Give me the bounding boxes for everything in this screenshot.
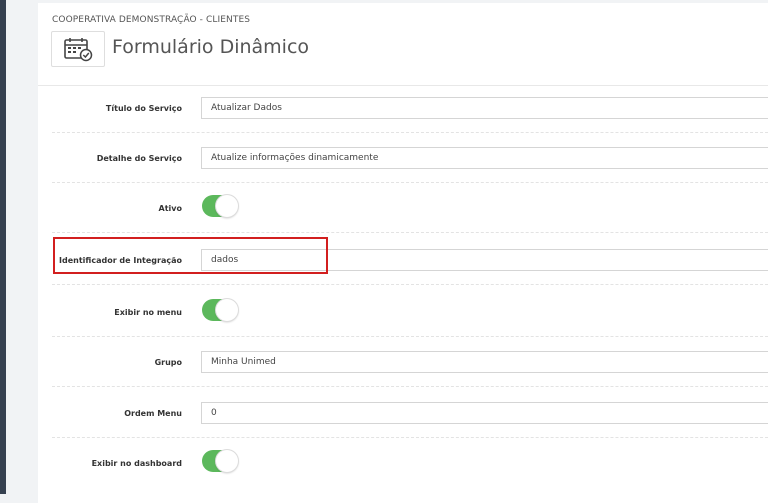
toggle-knob (216, 195, 238, 217)
form-row-titulo: Título do Serviço Atualizar Dados (38, 83, 768, 133)
grupo-select[interactable]: Minha Unimed (201, 351, 768, 373)
identificador-label: Identificador de Integração (59, 255, 182, 265)
form-row-ordem: Ordem Menu 0 (38, 388, 768, 438)
grupo-label: Grupo (154, 357, 182, 367)
breadcrumb: COOPERATIVA DEMONSTRAÇÃO - CLIENTES (52, 15, 251, 25)
form-row-exibir-menu: Exibir no menu (38, 287, 768, 337)
exibir-dashboard-label: Exibir no dashboard (91, 458, 182, 468)
ativo-toggle[interactable] (202, 195, 238, 217)
sidebar-edge (0, 0, 6, 494)
ativo-label: Ativo (158, 203, 182, 213)
toggle-knob (216, 450, 238, 472)
row-divider (52, 284, 768, 285)
detalhe-input[interactable]: Atualize informações dinamicamente (201, 147, 768, 169)
form-row-ativo: Ativo (38, 183, 768, 233)
row-divider (52, 386, 768, 387)
form-panel: COOPERATIVA DEMONSTRAÇÃO - CLIENTES Form… (38, 3, 768, 503)
form-row-exibir-dashboard: Exibir no dashboard (38, 438, 768, 488)
form-icon-box (51, 31, 105, 67)
exibir-menu-label: Exibir no menu (114, 307, 182, 317)
form-row-detalhe: Detalhe do Serviço Atualize informações … (38, 133, 768, 183)
form-row-identificador: Identificador de Integração dados (38, 235, 768, 285)
ordem-label: Ordem Menu (124, 408, 182, 418)
identificador-input[interactable]: dados (201, 249, 768, 271)
detalhe-label: Detalhe do Serviço (96, 153, 182, 163)
calendar-check-icon (64, 38, 93, 62)
exibir-dashboard-toggle[interactable] (202, 450, 238, 472)
toggle-knob (216, 299, 238, 321)
form-row-grupo: Grupo Minha Unimed (38, 337, 768, 387)
exibir-menu-toggle[interactable] (202, 299, 238, 321)
titulo-input[interactable]: Atualizar Dados (201, 97, 768, 119)
titulo-label: Título do Serviço (105, 103, 182, 113)
row-divider (52, 232, 768, 233)
ordem-input[interactable]: 0 (201, 402, 768, 424)
page-title: Formulário Dinâmico (112, 36, 310, 58)
